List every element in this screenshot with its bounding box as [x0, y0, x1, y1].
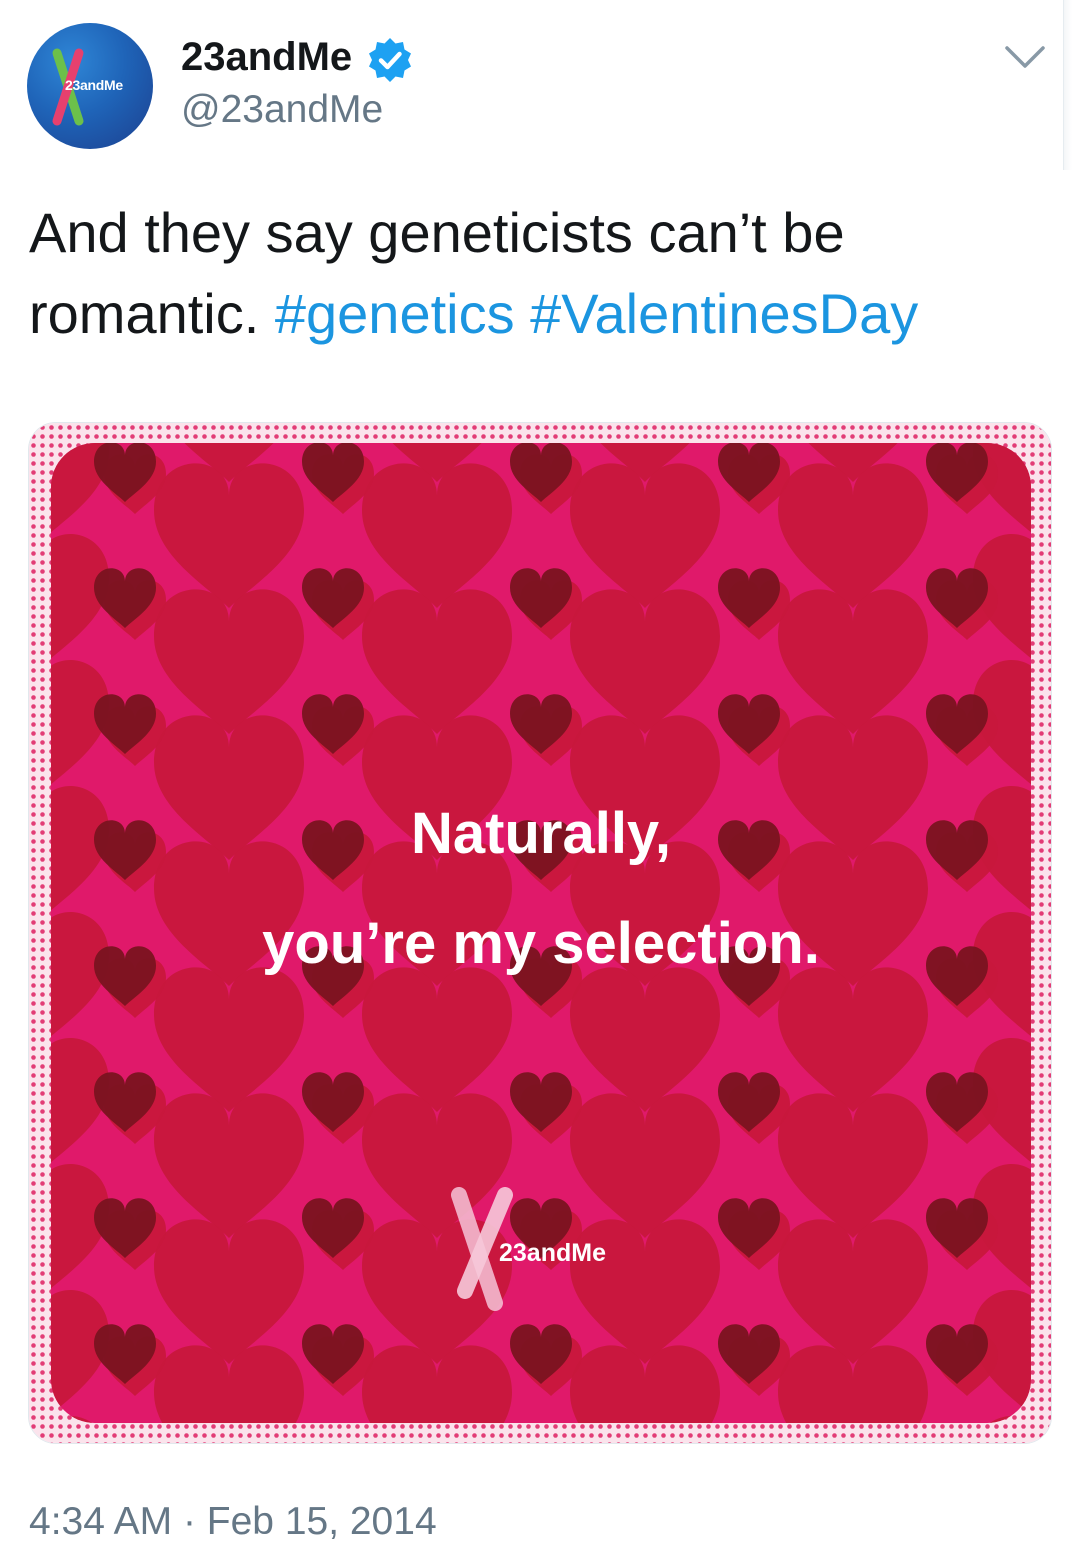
hashtag-valentinesday[interactable]: #ValentinesDay	[530, 282, 918, 345]
tweet-date: Feb 15, 2014	[206, 1500, 437, 1543]
tweet-timestamp[interactable]: 4:34 AM · Feb 15, 2014	[29, 1500, 437, 1544]
timestamp-separator: ·	[182, 1500, 196, 1543]
tweet-text: And they say geneticists can’t be romant…	[29, 192, 1054, 354]
avatar-label: 23andMe	[65, 77, 123, 93]
avatar[interactable]: 23andMe	[27, 23, 153, 149]
scrollbar-edge	[1063, 0, 1072, 170]
verified-badge-icon	[369, 38, 411, 82]
handle[interactable]: @23andMe	[181, 88, 383, 132]
valentine-card: Naturally, you’re my selection. 23andMe	[29, 423, 1051, 1443]
card-logo-text: 23andMe	[499, 1239, 606, 1267]
card-headline-line2: you’re my selection.	[262, 911, 820, 976]
display-name[interactable]: 23andMe	[181, 35, 352, 80]
hashtag-genetics[interactable]: #genetics	[275, 282, 515, 345]
card-headline-line1: Naturally,	[411, 801, 671, 866]
tweet-time: 4:34 AM	[29, 1500, 173, 1543]
chevron-down-icon[interactable]	[1003, 42, 1047, 72]
tweet-media-image[interactable]: Naturally, you’re my selection. 23andMe	[28, 422, 1052, 1444]
